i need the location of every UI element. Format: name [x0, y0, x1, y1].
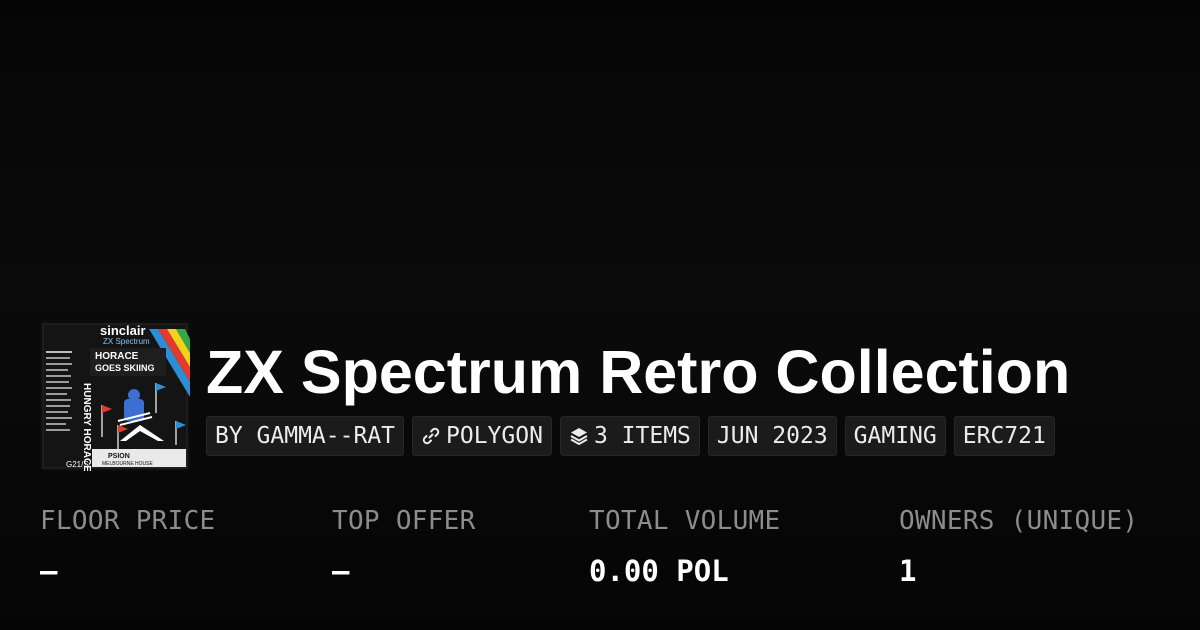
tag-date: JUN 2023 [707, 416, 837, 456]
stat-total-volume-value: 0.00 POL [589, 554, 729, 588]
tag-creator-label: BY GAMMA--RAT [215, 423, 396, 449]
polygon-link-icon [421, 426, 441, 446]
tag-items[interactable]: 3 ITEMS [559, 416, 700, 456]
game-cover-art-icon: sinclair ZX Spectrum HORACE GOES SKIING … [40, 321, 190, 471]
stat-owners-label: OWNERS (UNIQUE) [899, 506, 1139, 536]
layers-icon [569, 426, 589, 446]
stat-top-offer-value: — [332, 554, 350, 588]
svg-text:sinclair: sinclair [100, 323, 146, 338]
svg-text:HORACE: HORACE [95, 351, 139, 362]
tag-category[interactable]: GAMING [844, 416, 946, 456]
svg-text:GOES SKIING: GOES SKIING [95, 363, 155, 373]
tag-date-label: JUN 2023 [716, 423, 828, 449]
tag-standard-label: ERC721 [962, 423, 1046, 449]
stat-floor-price: FLOOR PRICE — [40, 503, 216, 589]
tag-items-label: 3 ITEMS [593, 423, 691, 449]
tag-creator[interactable]: BY GAMMA--RAT [206, 416, 405, 456]
stat-total-volume-label: TOTAL VOLUME [589, 506, 781, 536]
collection-tags: BY GAMMA--RAT POLYGON 3 ITEMS JUN 2023 G… [206, 416, 1070, 456]
stat-owners: OWNERS (UNIQUE) 1 [899, 503, 1138, 589]
svg-text:HUNGRY HORACE: HUNGRY HORACE [81, 383, 92, 471]
stat-top-offer-label: TOP OFFER [332, 506, 476, 536]
svg-text:G21/S: G21/S [66, 460, 89, 469]
collection-header: sinclair ZX Spectrum HORACE GOES SKIING … [40, 321, 1070, 471]
stat-floor-price-value: — [40, 554, 58, 588]
collection-title: ZX Spectrum Retro Collection [206, 338, 1071, 406]
svg-text:MELBOURNE HOUSE: MELBOURNE HOUSE [102, 461, 154, 467]
tag-chain[interactable]: POLYGON [412, 416, 552, 456]
svg-text:PSION: PSION [108, 453, 130, 460]
tag-category-label: GAMING [853, 423, 937, 449]
tag-standard: ERC721 [953, 416, 1055, 456]
stat-floor-price-label: FLOOR PRICE [40, 506, 216, 536]
tag-chain-label: POLYGON [446, 423, 543, 449]
stat-total-volume: TOTAL VOLUME 0.00 POL [589, 503, 780, 589]
collection-cover-image[interactable]: sinclair ZX Spectrum HORACE GOES SKIING … [40, 321, 190, 471]
svg-text:ZX Spectrum: ZX Spectrum [103, 337, 150, 346]
collection-header-text: ZX Spectrum Retro Collection BY GAMMA--R… [206, 321, 1070, 456]
stat-owners-value: 1 [899, 554, 917, 588]
stat-top-offer: TOP OFFER — [332, 503, 476, 589]
